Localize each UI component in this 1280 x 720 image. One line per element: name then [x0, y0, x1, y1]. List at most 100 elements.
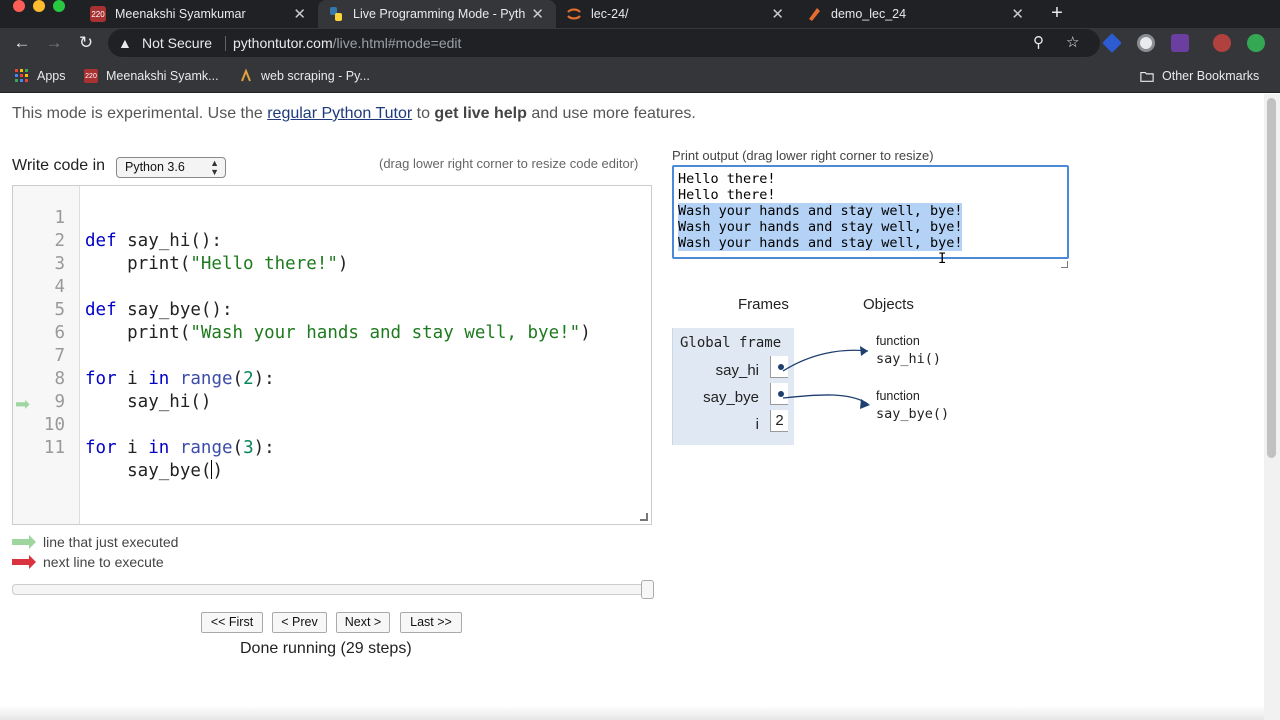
- folder-icon: [1140, 69, 1154, 83]
- output-line: Hello there!: [678, 187, 776, 203]
- scrollbar-thumb[interactable]: [1267, 98, 1276, 458]
- close-tab-icon[interactable]: ✕: [1011, 5, 1024, 23]
- extension-icon[interactable]: [1102, 33, 1122, 53]
- get-live-help-text: get live help: [434, 105, 527, 122]
- tab-favicon: 220: [90, 6, 106, 22]
- bookmark-item[interactable]: 220 Meenakshi Syamk...: [84, 67, 219, 85]
- code-text: say_bye(): [85, 460, 223, 481]
- close-window-button[interactable]: [13, 0, 25, 12]
- address-bar[interactable]: ▲ Not Secure pythontutor.com/live.html#m…: [108, 29, 1100, 57]
- variable-pointer: [770, 356, 788, 378]
- object-type-label: function: [876, 334, 920, 348]
- global-frame: Global frame say_hi say_bye i 2: [672, 328, 794, 445]
- slider-handle[interactable]: [641, 580, 654, 599]
- global-frame-title: Global frame: [680, 335, 782, 351]
- code-line[interactable]: 10 for i in range(3):: [13, 391, 275, 458]
- forward-arrow-icon[interactable]: →: [42, 32, 66, 54]
- regular-python-tutor-link[interactable]: regular Python Tutor: [267, 105, 412, 122]
- close-tab-icon[interactable]: ✕: [293, 5, 306, 23]
- zoom-window-button[interactable]: [53, 0, 65, 12]
- code-text: for i in range(3):: [85, 438, 275, 458]
- apps-grid-icon: [15, 69, 29, 83]
- banner-text: to: [412, 105, 435, 122]
- legend-next-line: next line to execute: [12, 554, 164, 570]
- execution-step-slider[interactable]: [12, 580, 654, 599]
- line-number: 11: [43, 438, 65, 458]
- other-bookmarks[interactable]: Other Bookmarks: [1140, 67, 1259, 85]
- banner-text: and use more features.: [526, 105, 696, 122]
- output-resize-handle[interactable]: [1061, 261, 1068, 268]
- close-tab-icon[interactable]: ✕: [771, 5, 784, 23]
- code-editor[interactable]: ➡ 1 def say_hi(): 2 print("Hello there!"…: [12, 185, 652, 525]
- first-button[interactable]: << First: [201, 612, 263, 633]
- write-code-label: Write code in: [12, 157, 106, 174]
- objects-heading: Objects: [863, 296, 914, 313]
- browser-tab[interactable]: demo_lec_24 ✕: [796, 0, 1036, 28]
- execution-status: Done running (29 steps): [240, 640, 412, 657]
- browser-tab[interactable]: 220 Meenakshi Syamkumar ✕: [80, 0, 318, 28]
- code-text: def say_bye():: [85, 300, 233, 320]
- bookmarks-bar: Apps 220 Meenakshi Syamk... web scraping…: [0, 59, 1280, 93]
- legend-just-executed: line that just executed: [12, 534, 178, 550]
- page-scrollbar[interactable]: [1264, 94, 1280, 720]
- browser-tab-strip: 220 Meenakshi Syamkumar ✕ Live Programmi…: [0, 0, 1280, 28]
- editor-resize-handle[interactable]: [640, 513, 648, 521]
- star-bookmark-icon[interactable]: ☆: [1066, 33, 1079, 51]
- python-icon: [239, 69, 253, 83]
- url-text[interactable]: pythontutor.com/live.html#mode=edit: [233, 35, 461, 51]
- tab-title: lec-24/: [591, 7, 629, 21]
- language-select-value: Python 3.6: [125, 160, 185, 174]
- code-line[interactable]: 1 def say_hi():: [13, 184, 222, 251]
- variable-name: i: [755, 416, 759, 433]
- output-line: Wash your hands and stay well, bye!: [678, 203, 963, 219]
- browser-tab[interactable]: lec-24/ ✕: [556, 0, 796, 28]
- security-label[interactable]: Not Secure: [142, 35, 212, 51]
- experimental-banner: This mode is experimental. Use the regul…: [12, 105, 696, 123]
- code-text: print("Hello there!"): [85, 254, 349, 274]
- tab-title: Live Programming Mode - Pyth: [353, 7, 526, 21]
- new-tab-button[interactable]: +: [1046, 0, 1068, 28]
- variable-name: say_bye: [703, 389, 759, 406]
- page-bottom-edge: [0, 706, 1264, 720]
- code-line[interactable]: 2 print("Hello there!"): [13, 207, 348, 274]
- banner-text: This mode is experimental. Use the: [12, 105, 268, 122]
- code-line[interactable]: 5 print("Wash your hands and stay well, …: [13, 276, 590, 343]
- code-text: def say_hi():: [85, 231, 222, 251]
- code-line[interactable]: 3: [13, 230, 76, 274]
- code-text: print("Wash your hands and stay well, by…: [85, 323, 591, 343]
- code-line[interactable]: 7 for i in range(2):: [13, 322, 274, 389]
- next-button[interactable]: Next >: [336, 612, 390, 633]
- bookmark-item[interactable]: web scraping - Py...: [239, 67, 370, 85]
- prev-button[interactable]: < Prev: [272, 612, 327, 633]
- close-tab-icon[interactable]: ✕: [531, 5, 544, 23]
- update-icon[interactable]: [1247, 34, 1265, 52]
- print-output-box[interactable]: Hello there! Hello there! Wash your hand…: [672, 165, 1069, 259]
- extension-icon[interactable]: [1171, 34, 1189, 52]
- bookmark-item[interactable]: Apps: [15, 67, 66, 85]
- code-line[interactable]: 9: [13, 368, 76, 412]
- divider: [225, 36, 226, 51]
- extension-icon[interactable]: [1137, 34, 1155, 52]
- output-line: Hello there!: [678, 171, 776, 187]
- reload-icon[interactable]: ↻: [74, 32, 98, 54]
- code-line[interactable]: 6: [13, 299, 76, 343]
- browser-tab-active[interactable]: Live Programming Mode - Pyth ✕: [318, 0, 556, 28]
- code-text: say_hi(): [85, 392, 212, 412]
- back-arrow-icon[interactable]: ←: [10, 32, 34, 54]
- code-line[interactable]: 11 say_bye(): [13, 414, 223, 481]
- language-select[interactable]: Python 3.6 ▲ ▼: [116, 157, 226, 178]
- zoom-icon[interactable]: ⚲: [1033, 33, 1044, 51]
- jupyter-icon: [566, 6, 582, 22]
- minimize-window-button[interactable]: [33, 0, 45, 12]
- last-button[interactable]: Last >>: [400, 612, 462, 633]
- code-line[interactable]: 8 say_hi(): [13, 345, 211, 412]
- function-object: say_bye(): [876, 406, 950, 422]
- object-type-label: function: [876, 389, 920, 403]
- variable-pointer: [770, 383, 788, 405]
- code-line[interactable]: 4 def say_bye():: [13, 253, 232, 320]
- profile-avatar[interactable]: [1213, 34, 1231, 52]
- variable-value: 2: [770, 410, 788, 432]
- warning-icon[interactable]: ▲: [118, 35, 132, 51]
- output-line: Wash your hands and stay well, bye!: [678, 219, 963, 235]
- legend-label: line that just executed: [43, 534, 179, 550]
